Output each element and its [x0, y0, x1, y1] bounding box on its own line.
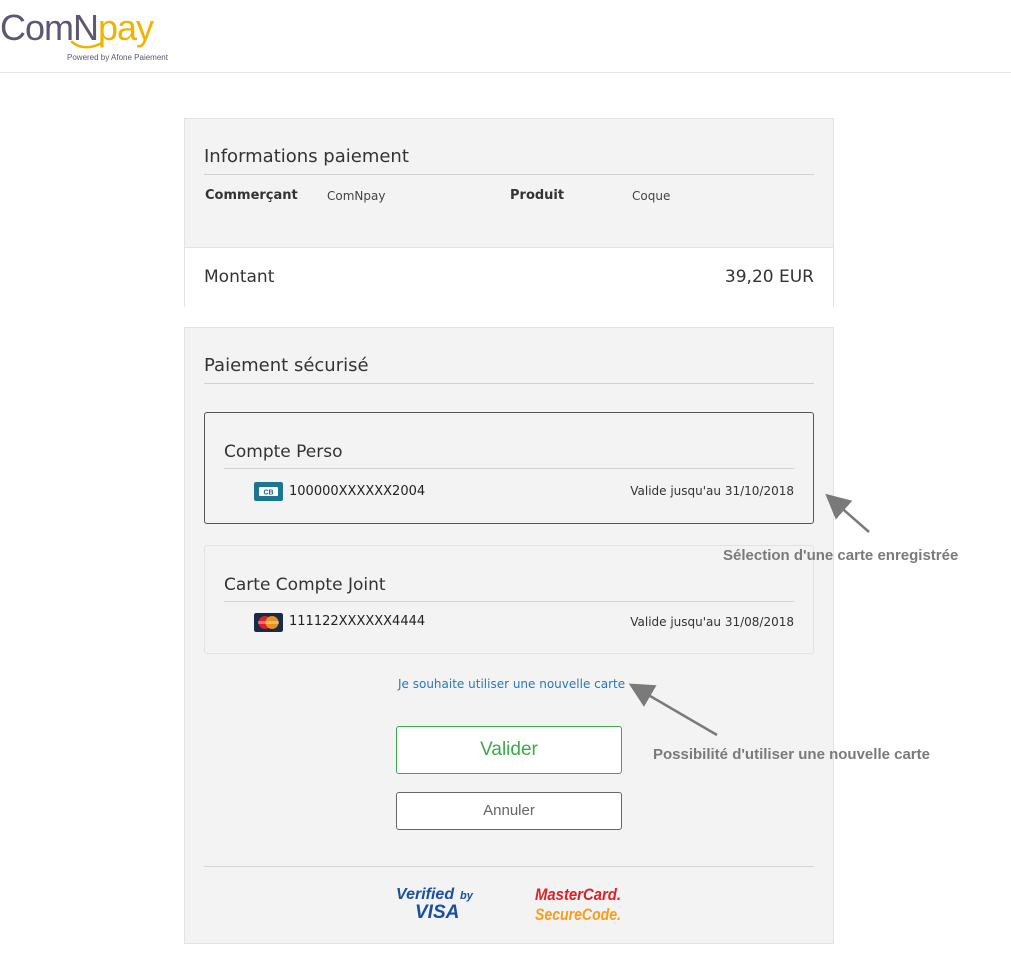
secure-payment-panel: Paiement sécurisé Compte Perso CB 100000… — [184, 327, 834, 944]
merchant-value: ComNpay — [327, 189, 386, 203]
validate-button[interactable]: Valider — [396, 726, 622, 774]
arrow-to-saved-card — [825, 493, 870, 533]
new-card-link[interactable]: Je souhaite utiliser une nouvelle carte — [398, 677, 625, 691]
annotation-new-card: Possibilité d'utiliser une nouvelle cart… — [653, 746, 930, 763]
product-label: Produit — [510, 188, 565, 203]
divider — [204, 174, 814, 175]
svg-text:CB: CB — [263, 490, 273, 497]
merchant-label: Commerçant — [205, 188, 298, 203]
comnpay-logo: ComNpay Powered by Afone Paiement — [0, 4, 175, 64]
svg-text:MasterCard.: MasterCard. — [535, 885, 621, 904]
payment-info-title: Informations paiement — [204, 146, 409, 167]
svg-text:VISA: VISA — [415, 902, 459, 923]
saved-card-number: 111122XXXXXX4444 — [289, 614, 426, 629]
cb-card-icon: CB — [254, 482, 283, 501]
divider — [224, 468, 794, 469]
svg-text:by: by — [460, 890, 474, 902]
amount-row: Montant 39,20 EUR — [185, 247, 833, 307]
amount-label: Montant — [204, 267, 275, 287]
mastercard-securecode-logo: MasterCard. SecureCode. — [535, 885, 621, 924]
annotation-saved-card: Sélection d'une carte enregistrée — [723, 547, 959, 564]
amount-value: 39,20 EUR — [724, 267, 814, 287]
svg-text:Verified: Verified — [396, 886, 455, 903]
divider — [204, 866, 814, 867]
product-value: Coque — [632, 189, 671, 203]
logo-swoosh-icon — [70, 40, 104, 49]
payment-info-panel: Informations paiement Commerçant ComNpay… — [184, 118, 834, 307]
mastercard-icon — [254, 613, 283, 632]
saved-card-expiry: Valide jusqu'au 31/08/2018 — [630, 615, 794, 629]
saved-card-expiry: Valide jusqu'au 31/10/2018 — [630, 484, 794, 498]
header: ComNpay Powered by Afone Paiement — [0, 0, 1011, 73]
saved-card-name: Carte Compte Joint — [224, 575, 386, 595]
divider — [204, 383, 814, 384]
saved-card-name: Compte Perso — [224, 442, 343, 462]
secure-payment-title: Paiement sécurisé — [204, 355, 369, 376]
divider — [224, 601, 794, 602]
saved-card-number: 100000XXXXXX2004 — [289, 484, 426, 499]
saved-card-compte-perso[interactable]: Compte Perso CB 100000XXXXXX2004 Valide … — [204, 412, 814, 524]
logo-tagline: Powered by Afone Paiement — [67, 53, 168, 62]
cancel-button[interactable]: Annuler — [396, 792, 622, 830]
svg-text:SecureCode.: SecureCode. — [535, 905, 621, 924]
verified-by-visa-logo: Verified by VISA — [396, 886, 474, 923]
